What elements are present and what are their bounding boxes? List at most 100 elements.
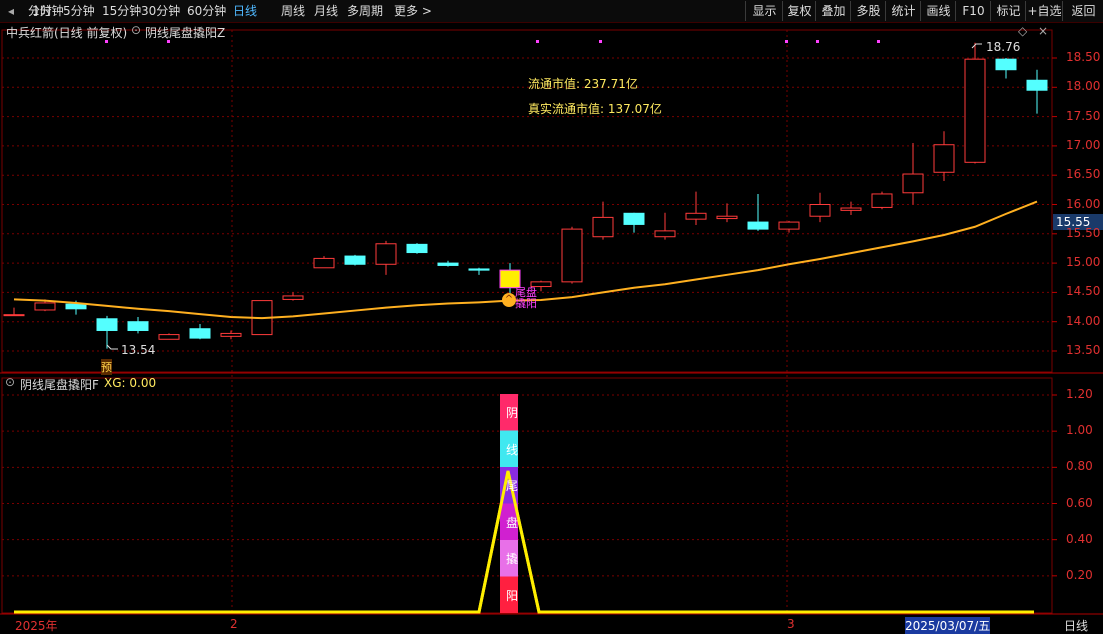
top-marker-dot [785,40,788,43]
main-y-tick: 18.50 [1066,50,1101,64]
candle [96,315,118,349]
signal-char: 线 [506,442,519,457]
close-icon[interactable]: × [1038,24,1048,38]
period-tab-2[interactable]: 5分钟 [63,3,95,19]
main-y-tick: 18.00 [1066,79,1101,94]
toolbar-button-7[interactable]: 标记 [990,1,1026,21]
toolbar-button-5[interactable]: 画线 [920,1,956,21]
circ-market-value: 流通市值: 237.71亿 [528,77,638,91]
xg-signal-line-top [14,470,1034,614]
period-tab-1[interactable]: 1分钟 [32,3,64,19]
main-y-tick: 16.00 [1066,196,1101,211]
diamond-icon[interactable]: ◇ [1018,24,1027,38]
period-label[interactable]: 日线 [1064,617,1088,634]
signal-char: 撬 [506,552,519,566]
top-marker-dot [877,40,880,43]
main-y-tick: 14.50 [1066,284,1101,299]
period-tab-3[interactable]: 15分钟 [102,3,141,19]
sub-y-tick: 0.80 [1066,459,1093,474]
main-panel-frame [1,29,1053,373]
candle [840,201,862,216]
main-y-tick: 13.50 [1066,343,1101,357]
sub-y-tick: 0.40 [1066,531,1093,546]
candle [313,256,335,269]
period-tab-10[interactable]: 更多 > [394,3,432,19]
period-tab-8[interactable]: 月线 [314,3,338,19]
candle [592,201,614,240]
candle [964,42,986,164]
signal-arrow-icon: ^ [502,293,516,307]
candle [933,131,955,182]
indicator-name[interactable]: 阴线尾盘撬阳Z [145,24,225,41]
candle [406,243,428,254]
period-tab-9[interactable]: 多周期 [347,3,383,19]
signal-char: 尾 [506,479,519,493]
date-label-mar: 3 [787,617,795,631]
sub-y-tick: 1.20 [1066,387,1093,401]
toolbar-button-1[interactable]: 复权 [782,1,816,21]
yu-marker: 预 [101,359,112,375]
sub-y-tick: 0.20 [1066,567,1093,582]
candle [778,220,800,233]
low-price-label: 13.54 [121,343,156,357]
top-marker-dot [536,40,539,43]
candle [809,192,831,223]
real-circ-market-value: 真实流通市值: 137.07亿 [528,102,662,116]
candle [685,191,707,226]
toolbar-button-0[interactable]: 显示 [745,1,783,21]
candle [220,330,242,340]
period-tab-6[interactable]: 日线 [233,3,257,19]
candle [623,212,645,233]
low-pointer [106,344,118,350]
candle [127,317,149,334]
candle [468,267,490,275]
main-y-tick: 17.50 [1066,108,1101,123]
candle [654,212,676,240]
indicator-settings-icon[interactable]: ⊙ [131,23,141,37]
candle [344,254,366,266]
sub-y-tick: 1.00 [1066,423,1093,438]
candle [375,240,397,275]
signal-char: 盘 [506,515,519,530]
xg-value: XG: 0.00 [104,376,157,390]
toolbar-button-2[interactable]: 叠加 [815,1,851,21]
toolbar-button-9[interactable]: 返回 [1062,1,1103,21]
candle [158,333,180,340]
candle [716,203,738,223]
top-marker-dot [599,40,602,43]
candle [189,324,211,340]
sub-indicator-title[interactable]: 阴线尾盘撬阳F [20,376,99,393]
period-tab-5[interactable]: 60分钟 [187,3,226,19]
period-tab-4[interactable]: 30分钟 [141,3,180,19]
main-y-tick: 16.50 [1066,167,1101,182]
candle [3,307,25,317]
main-y-tick: 17.00 [1066,137,1101,152]
toolbar-button-4[interactable]: 统计 [885,1,921,21]
candle [437,260,459,267]
toolbar-button-8[interactable]: +自选 [1025,1,1063,21]
sub-panel-frame [1,377,1053,614]
high-pointer [971,43,982,49]
candle [282,292,304,301]
signal-char: 阳 [506,588,519,603]
top-marker-dot [816,40,819,43]
high-price-label: 18.76 [986,40,1021,54]
date-label-2025: 2025年 [15,619,58,633]
sub-y-tick: 0.60 [1066,495,1093,510]
date-highlight: 2025/03/07/五 [905,617,991,634]
toolbar-left-arrow-icon[interactable]: ◂ [8,3,14,19]
stock-title: 中兵红箭(日线 前复权) [6,26,128,40]
signal-char: 阴 [506,406,519,420]
candle [902,142,924,205]
main-y-tick: 15.00 [1066,255,1101,270]
main-y-tick: 15.50 [1066,225,1101,240]
toolbar-button-6[interactable]: F10 [955,1,991,21]
candle [747,193,769,231]
main-y-tick: 14.00 [1066,313,1101,328]
toolbar-button-3[interactable]: 多股 [850,1,886,21]
period-tab-7[interactable]: 周线 [281,3,305,19]
candle [871,191,893,210]
signal-label: 尾盘撬阳 [515,286,537,310]
candle [995,58,1017,79]
sub-indicator-settings-icon[interactable]: ⊙ [5,375,15,389]
